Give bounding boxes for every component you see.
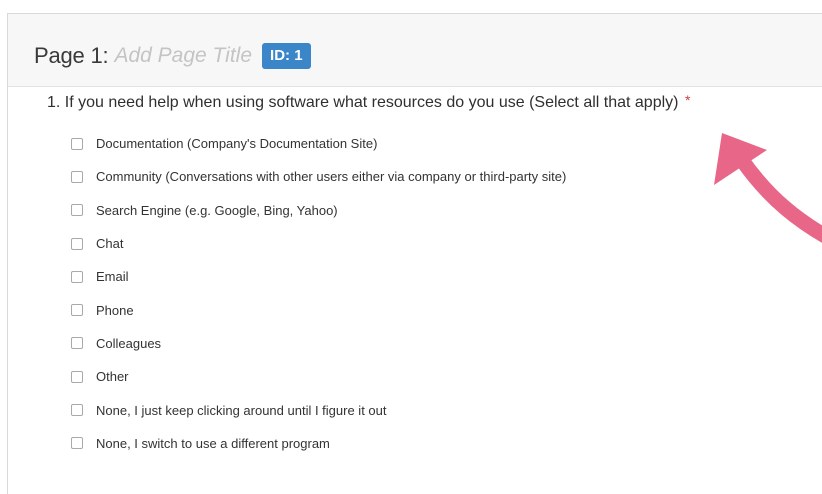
option-item[interactable]: None, I switch to use a different progra…	[71, 427, 566, 460]
checkbox[interactable]	[71, 404, 83, 417]
option-item[interactable]: Community (Conversations with other user…	[71, 160, 566, 193]
checkbox[interactable]	[71, 270, 83, 283]
option-label: Email	[96, 269, 129, 285]
option-label: Phone	[96, 302, 134, 318]
option-label: Colleagues	[96, 335, 162, 351]
question-title: 1. If you need help when using software …	[47, 92, 691, 112]
checkbox-options-list: Documentation (Company's Documentation S…	[71, 127, 566, 460]
checkbox[interactable]	[71, 170, 83, 183]
checkbox[interactable]	[71, 437, 83, 450]
option-label: Search Engine (e.g. Google, Bing, Yahoo)	[96, 202, 338, 218]
checkbox[interactable]	[71, 137, 83, 150]
option-label: None, I just keep clicking around until …	[96, 402, 387, 418]
page-id-badge: ID: 1	[262, 43, 311, 69]
page-title-input[interactable]: Add Page Title	[114, 44, 252, 68]
checkbox[interactable]	[71, 337, 83, 350]
option-label: Community (Conversations with other user…	[96, 169, 567, 185]
checkbox[interactable]	[71, 204, 83, 217]
option-item[interactable]: Colleagues	[71, 327, 566, 360]
checkbox[interactable]	[71, 237, 83, 250]
checkbox[interactable]	[71, 304, 83, 317]
option-item[interactable]: Documentation (Company's Documentation S…	[71, 127, 566, 160]
page-number-label: Page 1:	[34, 43, 109, 68]
required-asterisk: *	[684, 92, 691, 108]
option-label: Other	[96, 369, 129, 385]
page-header: Page 1: Add Page Title ID: 1	[8, 14, 822, 87]
option-item[interactable]: None, I just keep clicking around until …	[71, 393, 566, 426]
option-label: Documentation (Company's Documentation S…	[96, 136, 378, 152]
checkbox[interactable]	[71, 370, 83, 383]
option-label: Chat	[96, 236, 124, 252]
question-text: 1. If you need help when using software …	[47, 94, 679, 111]
option-item[interactable]: Chat	[71, 227, 566, 260]
option-label: None, I switch to use a different progra…	[96, 435, 330, 451]
option-item[interactable]: Phone	[71, 293, 566, 326]
option-item[interactable]: Other	[71, 360, 566, 393]
option-item[interactable]: Search Engine (e.g. Google, Bing, Yahoo)	[71, 194, 566, 227]
page-title-row: Page 1: Add Page Title ID: 1	[34, 40, 311, 72]
option-item[interactable]: Email	[71, 260, 566, 293]
